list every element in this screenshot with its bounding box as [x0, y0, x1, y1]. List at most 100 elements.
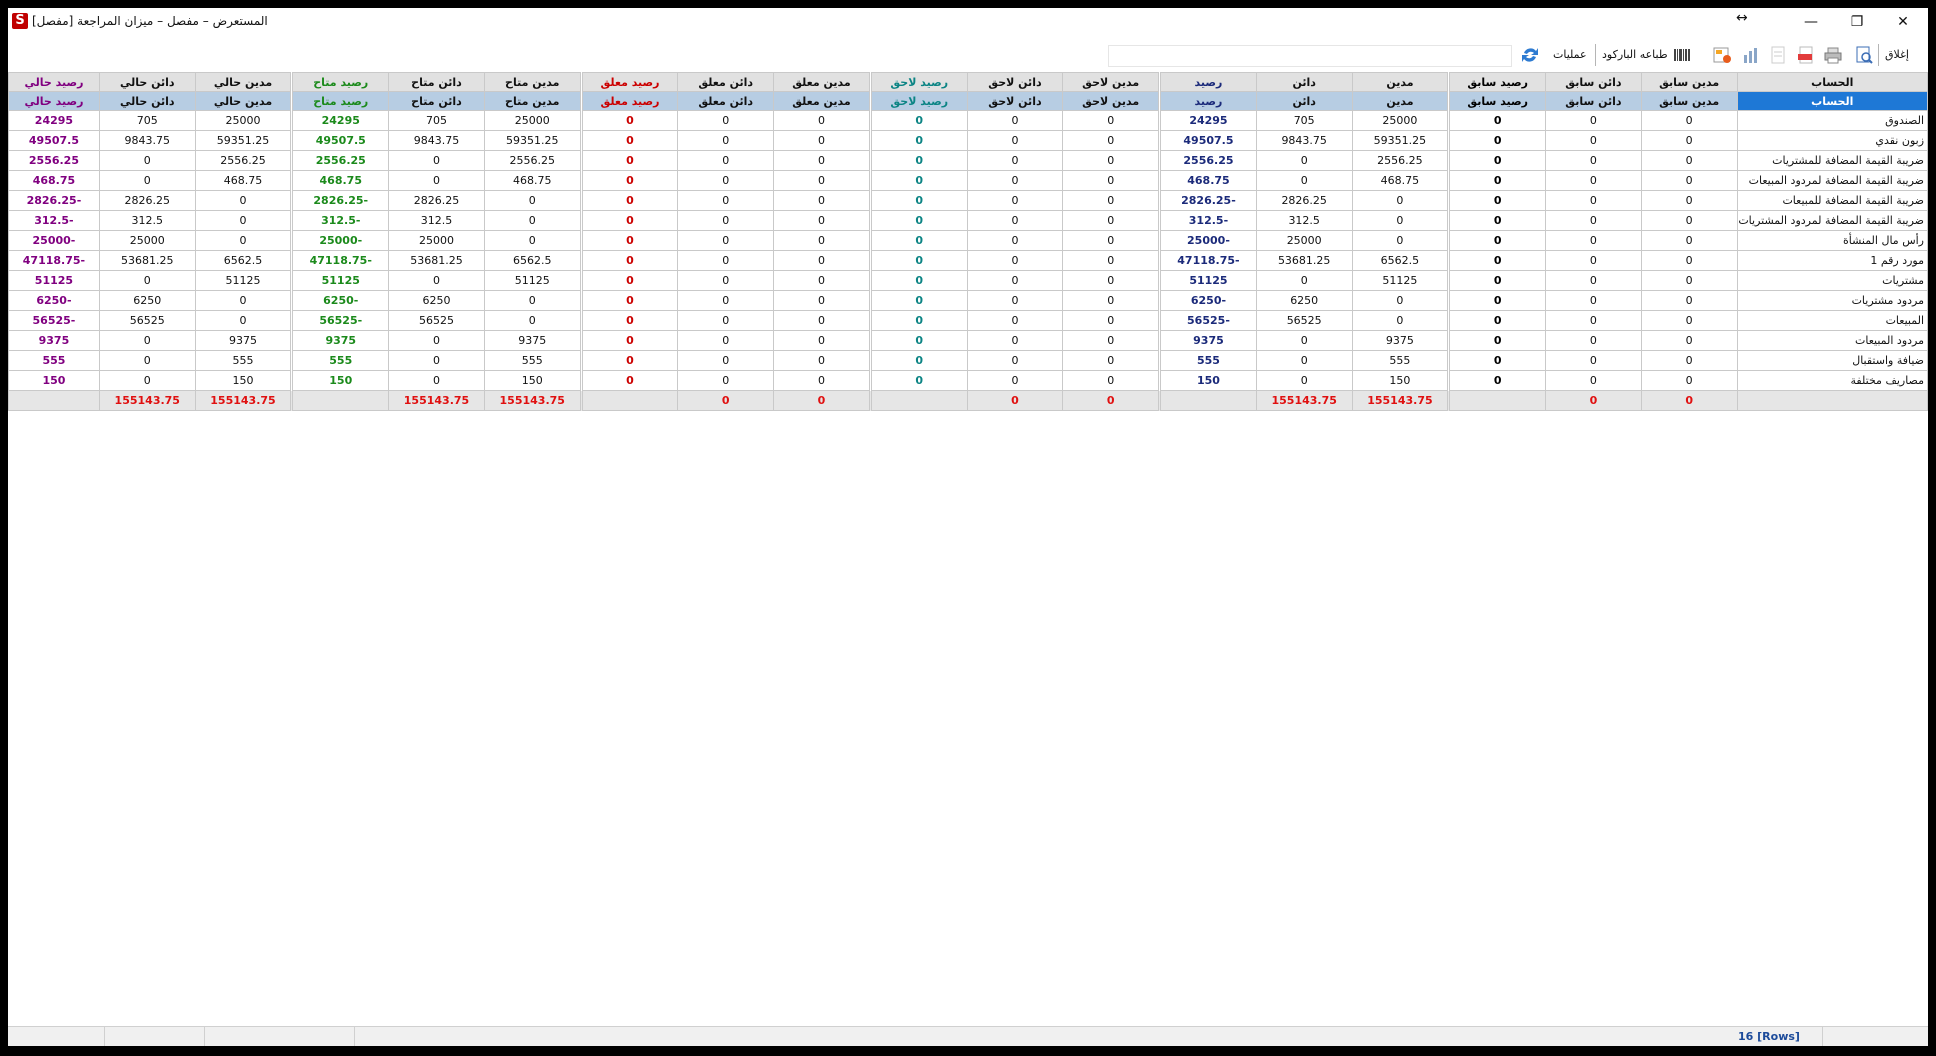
table-cell[interactable]: 0: [483, 290, 581, 311]
table-cell[interactable]: 0: [1545, 210, 1642, 231]
table-cell[interactable]: 0: [98, 370, 196, 391]
table-cell[interactable]: 0: [677, 170, 775, 191]
table-cell[interactable]: 0: [870, 250, 968, 271]
column-header[interactable]: مدين لاحق: [1062, 72, 1160, 92]
column-header[interactable]: رصيد متاح: [292, 72, 390, 92]
table-cell[interactable]: 0: [1545, 130, 1642, 151]
table-cell[interactable]: 0: [483, 310, 581, 331]
table-cell[interactable]: 150: [8, 370, 100, 391]
column-header[interactable]: مدين سابق: [1640, 91, 1738, 111]
table-cell[interactable]: 0: [1545, 190, 1642, 211]
table-cell[interactable]: 150: [1351, 370, 1449, 391]
table-cell[interactable]: 0: [581, 250, 679, 271]
table-cell[interactable]: 0: [1640, 110, 1738, 131]
table-row[interactable]: مردود مشتريات 0 0 0 0 6250 -6250 0 0 0 0 0 0 0 6250 -62…: [8, 290, 1928, 311]
table-cell[interactable]: 25000: [388, 230, 485, 251]
column-header[interactable]: رصيد لاحق: [870, 72, 968, 92]
table-cell[interactable]: 0: [870, 170, 968, 191]
table-cell[interactable]: 0: [1545, 270, 1642, 291]
table-cell[interactable]: 56525: [1255, 310, 1353, 331]
table-cell[interactable]: 0: [1449, 270, 1547, 291]
barcode-print-button[interactable]: طباعه الباركود: [1602, 38, 1668, 72]
table-cell[interactable]: 0: [870, 310, 968, 331]
table-cell[interactable]: 0: [1351, 310, 1449, 331]
table-cell[interactable]: 0: [677, 310, 775, 331]
table-cell[interactable]: 59351.25: [194, 130, 292, 151]
report-design-icon[interactable]: [1712, 45, 1732, 65]
account-name-cell[interactable]: ضريبة القيمة المضافة لمردود المبيعات: [1736, 170, 1928, 191]
table-cell[interactable]: 0: [1545, 250, 1642, 271]
table-cell[interactable]: 6250: [98, 290, 196, 311]
table-row[interactable]: مشتريات 0 0 0 51125 0 51125 0 0 0 0 0 0 51125 0 51125 51…: [8, 270, 1928, 291]
table-cell[interactable]: 0: [870, 110, 968, 131]
table-cell[interactable]: 6562.5: [1351, 250, 1449, 271]
account-name-cell[interactable]: الصندوق: [1736, 110, 1928, 131]
restore-button[interactable]: ❐: [1834, 8, 1880, 36]
table-cell[interactable]: 51125: [194, 270, 292, 291]
table-cell[interactable]: 0: [1449, 310, 1547, 331]
table-cell[interactable]: 56525: [388, 310, 485, 331]
table-cell[interactable]: 0: [966, 190, 1064, 211]
column-header[interactable]: مدين معلق: [773, 91, 870, 111]
table-cell[interactable]: 0: [677, 130, 775, 151]
table-row[interactable]: ضريبة القيمة المضافة لمردود المبيعات 0 0 0 4…: [8, 170, 1928, 191]
table-cell[interactable]: 0: [1062, 150, 1160, 171]
column-header[interactable]: دائن: [1255, 72, 1353, 92]
table-cell[interactable]: 53681.25: [388, 250, 485, 271]
table-cell[interactable]: 9375: [483, 330, 581, 351]
table-cell[interactable]: 0: [1255, 170, 1353, 191]
table-cell[interactable]: 150: [292, 370, 390, 391]
barcode-icon[interactable]: [1672, 45, 1692, 65]
header-row[interactable]: الحساب مدين سابق دائن سابق رصيد سابق مدين دائ…: [8, 72, 1928, 92]
table-cell[interactable]: 0: [1062, 330, 1160, 351]
table-cell[interactable]: 0: [966, 230, 1064, 251]
table-cell[interactable]: -312.5: [292, 210, 390, 231]
account-name-cell[interactable]: رأس مال المنشأة: [1736, 230, 1928, 251]
table-cell[interactable]: 0: [870, 210, 968, 231]
table-cell[interactable]: 0: [773, 210, 870, 231]
table-cell[interactable]: 9843.75: [388, 130, 485, 151]
table-cell[interactable]: 0: [773, 330, 870, 351]
table-cell[interactable]: 0: [388, 330, 485, 351]
table-cell[interactable]: 0: [677, 270, 775, 291]
table-cell[interactable]: -47118.75: [292, 250, 390, 271]
table-cell[interactable]: -6250: [292, 290, 390, 311]
table-cell[interactable]: 0: [677, 350, 775, 371]
table-cell[interactable]: -312.5: [1160, 210, 1257, 231]
table-cell[interactable]: 555: [483, 350, 581, 371]
table-cell[interactable]: 0: [1062, 190, 1160, 211]
table-cell[interactable]: 555: [194, 350, 292, 371]
column-header[interactable]: مدين معلق: [773, 72, 870, 92]
account-name-cell[interactable]: ضريبة القيمة المضافة للمبيعات: [1736, 190, 1928, 211]
header-filter-row[interactable]: الحساب مدين سابق دائن سابق رصيد سابق مدين دائ…: [8, 91, 1928, 111]
table-cell[interactable]: 0: [1640, 210, 1738, 231]
table-row[interactable]: مورد رقم 1 0 0 0 6562.5 53681.25 -47118.75 0 0 0 0…: [8, 250, 1928, 271]
table-cell[interactable]: -47118.75: [8, 250, 100, 271]
table-cell[interactable]: 6250: [1255, 290, 1353, 311]
table-cell[interactable]: 0: [870, 190, 968, 211]
table-cell[interactable]: 25000: [1351, 110, 1449, 131]
table-cell[interactable]: 6562.5: [483, 250, 581, 271]
table-cell[interactable]: 0: [870, 150, 968, 171]
table-cell[interactable]: 0: [581, 370, 679, 391]
table-cell[interactable]: 555: [1160, 350, 1257, 371]
table-cell[interactable]: 0: [773, 110, 870, 131]
table-cell[interactable]: 0: [581, 130, 679, 151]
table-cell[interactable]: 0: [194, 230, 292, 251]
table-cell[interactable]: 24295: [1160, 110, 1257, 131]
table-cell[interactable]: 0: [581, 170, 679, 191]
table-cell[interactable]: 0: [581, 270, 679, 291]
table-cell[interactable]: 0: [1062, 250, 1160, 271]
table-cell[interactable]: 0: [773, 250, 870, 271]
table-cell[interactable]: -2826.25: [8, 190, 100, 211]
table-cell[interactable]: 0: [773, 130, 870, 151]
table-cell[interactable]: 0: [1545, 330, 1642, 351]
table-cell[interactable]: 2556.25: [1160, 150, 1257, 171]
table-cell[interactable]: 705: [388, 110, 485, 131]
table-cell[interactable]: 0: [966, 170, 1064, 191]
table-cell[interactable]: 0: [1449, 230, 1547, 251]
table-cell[interactable]: 25000: [483, 110, 581, 131]
column-header[interactable]: مدين حالي: [194, 72, 292, 92]
table-cell[interactable]: 2556.25: [483, 150, 581, 171]
table-cell[interactable]: 0: [483, 230, 581, 251]
